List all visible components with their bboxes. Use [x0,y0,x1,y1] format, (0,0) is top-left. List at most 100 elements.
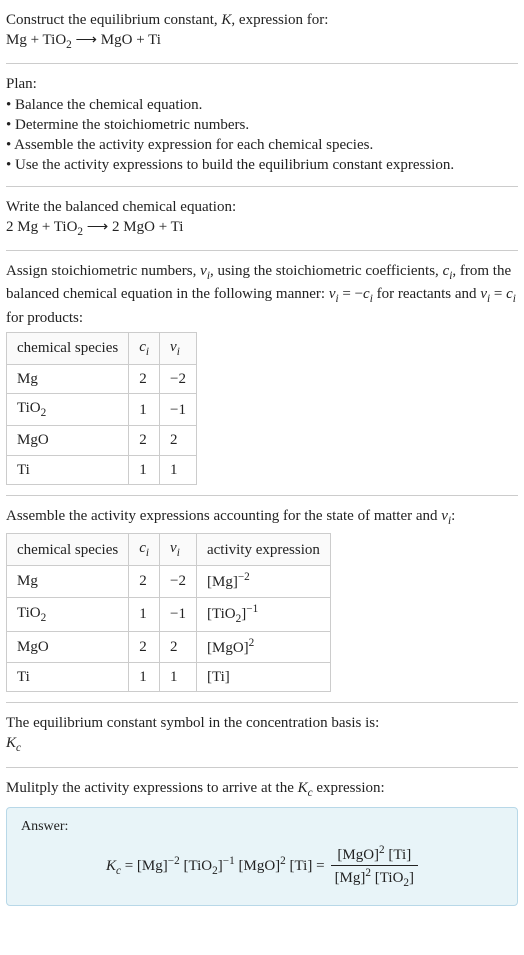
col-species: chemical species [7,332,129,364]
answer-label: Answer: [21,818,503,837]
cell-activity: [MgO]2 [196,631,330,662]
K: K [6,735,16,751]
intro-text-post: , expression for: [231,12,328,28]
text: : [451,508,455,524]
subscript: 2 [41,407,47,419]
cell-nui: −2 [160,566,197,597]
assign-section: Assign stoichiometric numbers, νi, using… [6,261,518,485]
nu: ν [200,263,207,279]
multiply-text: Mulitply the activity expressions to arr… [6,778,518,801]
balanced-title: Write the balanced chemical equation: [6,197,518,217]
divider [6,250,518,251]
text: ] [409,870,414,886]
cell-species: Mg [7,364,129,393]
text: [TiO [207,606,236,622]
plan-bullet: • Assemble the activity expression for e… [6,135,518,155]
cell-species: MgO [7,426,129,455]
intro: Construct the equilibrium constant, K, e… [6,10,518,53]
col-ci: ci [129,534,160,566]
unbalanced-equation: Mg + TiO2 ⟶ MgO + Ti [6,30,518,53]
cell-activity: [TiO2]−1 [196,597,330,631]
divider [6,186,518,187]
K-symbol: K [221,12,231,28]
table-row: Mg 2 −2 [Mg]−2 [7,566,331,597]
eq-arrow: ⟶ MgO + Ti [72,32,161,48]
sub-c: c [16,742,21,754]
text: TiO [17,605,41,621]
text: [TiO [371,870,403,886]
divider [6,702,518,703]
superscript: −1 [223,855,235,867]
assemble-text: Assemble the activity expressions accoun… [6,506,518,529]
table-row: Ti 1 1 [7,455,197,484]
divider [6,495,518,496]
text: [MgO] [207,640,249,656]
numerator: [MgO]2 [Ti] [331,843,418,866]
symbol-text: The equilibrium constant symbol in the c… [6,713,518,733]
cell-ci: 2 [129,426,160,455]
nu: ν [170,339,177,355]
cell-species: Mg [7,566,129,597]
cell-species: MgO [7,631,129,662]
cell-nui: −1 [160,394,197,426]
cell-species: Ti [7,662,129,691]
col-nui: νi [160,534,197,566]
plan-bullet: • Determine the stoichiometric numbers. [6,115,518,135]
assemble-section: Assemble the activity expressions accoun… [6,506,518,692]
text: for reactants and [373,286,480,302]
eq-arrow: ⟶ 2 MgO + Ti [83,219,183,235]
balanced-section: Write the balanced chemical equation: 2 … [6,197,518,240]
plan-title: Plan: [6,74,518,94]
table-row: Mg 2 −2 [7,364,197,393]
text: TiO [17,400,41,416]
text: , using the stoichiometric coefficients, [210,263,443,279]
superscript: 2 [249,637,255,649]
stoich-table: chemical species ci νi Mg 2 −2 TiO2 1 −1… [6,332,197,485]
text: [Mg] [207,574,238,590]
answer-box: Answer: Kc = [Mg]−2 [TiO2]−1 [MgO]2 [Ti]… [6,807,518,906]
intro-text: Construct the equilibrium constant, [6,12,221,28]
K: K [106,858,116,874]
assign-text: Assign stoichiometric numbers, ν i , using… [6,261,518,328]
table-row: TiO2 1 −1 [TiO2]−1 [7,597,331,631]
text: for products: [6,310,83,326]
superscript: −1 [246,603,258,615]
nu: ν [170,540,177,556]
text: = [490,286,506,302]
balanced-equation: 2 Mg + TiO2 ⟶ 2 MgO + Ti [6,217,518,240]
divider [6,767,518,768]
cell-species: TiO2 [7,394,129,426]
subscript: 2 [41,612,47,624]
text: [Ti] = [286,858,325,874]
text: = [Mg] [121,858,168,874]
sub-i: i [177,547,180,559]
cell-nui: 2 [160,631,197,662]
cell-ci: 2 [129,631,160,662]
table-header-row: chemical species ci νi [7,332,197,364]
c: c [139,339,146,355]
table-row: MgO 2 2 [MgO]2 [7,631,331,662]
cell-activity: [Mg]−2 [196,566,330,597]
cell-ci: 1 [129,597,160,631]
sub-i: i [513,293,516,305]
cell-nui: 1 [160,455,197,484]
sub-i: i [146,346,149,358]
multiply-section: Mulitply the activity expressions to arr… [6,778,518,907]
text: expression: [313,780,385,796]
cell-ci: 1 [129,662,160,691]
divider [6,63,518,64]
col-activity: activity expression [196,534,330,566]
cell-ci: 1 [129,394,160,426]
symbol-section: The equilibrium constant symbol in the c… [6,713,518,756]
text: [MgO] [337,847,379,863]
eq-part: Mg + TiO [6,32,66,48]
denominator: [Mg]2 [TiO2] [331,866,418,891]
text: [Mg] [335,870,366,886]
text: Mulitply the activity expressions to arr… [6,780,298,796]
answer-expression: Kc = [Mg]−2 [TiO2]−1 [MgO]2 [Ti] = [MgO]… [21,843,503,891]
nu: ν [441,508,448,524]
text: Assign stoichiometric numbers, [6,263,200,279]
fraction: [MgO]2 [Ti] [Mg]2 [TiO2] [331,843,418,891]
col-nui: νi [160,332,197,364]
intro-line: Construct the equilibrium constant, K, e… [6,10,518,30]
